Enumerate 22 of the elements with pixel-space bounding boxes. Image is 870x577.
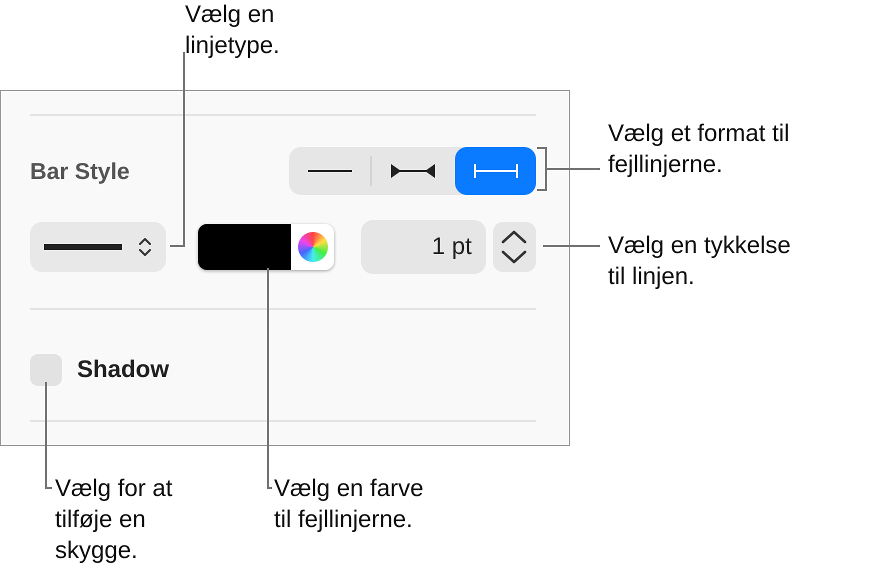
color-well[interactable]: [198, 224, 334, 270]
leader-line: [543, 245, 600, 247]
callout-text: Vælg for at tilføje en skygge.: [55, 474, 172, 566]
callout-text: Vælg en linjetype.: [185, 0, 280, 61]
section-title: Bar Style: [30, 158, 130, 184]
chevron-up-icon[interactable]: [501, 230, 528, 244]
callout-text: Vælg en farve til fejllinjerne.: [274, 474, 424, 535]
chevron-down-icon[interactable]: [501, 250, 528, 264]
color-wheel-icon[interactable]: [298, 232, 328, 262]
up-down-chevron-icon: [138, 236, 152, 258]
stepper[interactable]: [492, 222, 536, 272]
checkbox-label: Shadow: [77, 356, 170, 384]
line-icon: [308, 169, 352, 173]
leader-line: [536, 147, 601, 191]
line-arrows-icon: [390, 164, 434, 178]
callout-text: Vælg en tykkelse til linjen.: [608, 231, 791, 292]
checkbox[interactable]: [30, 354, 62, 386]
callout-text: Vælg et format til fejllinjerne.: [608, 119, 790, 180]
thickness-field[interactable]: 1 pt: [360, 220, 486, 274]
line-caps-icon: [474, 164, 518, 178]
line-sample-icon: [44, 244, 122, 250]
line-style-popup[interactable]: [30, 222, 166, 272]
